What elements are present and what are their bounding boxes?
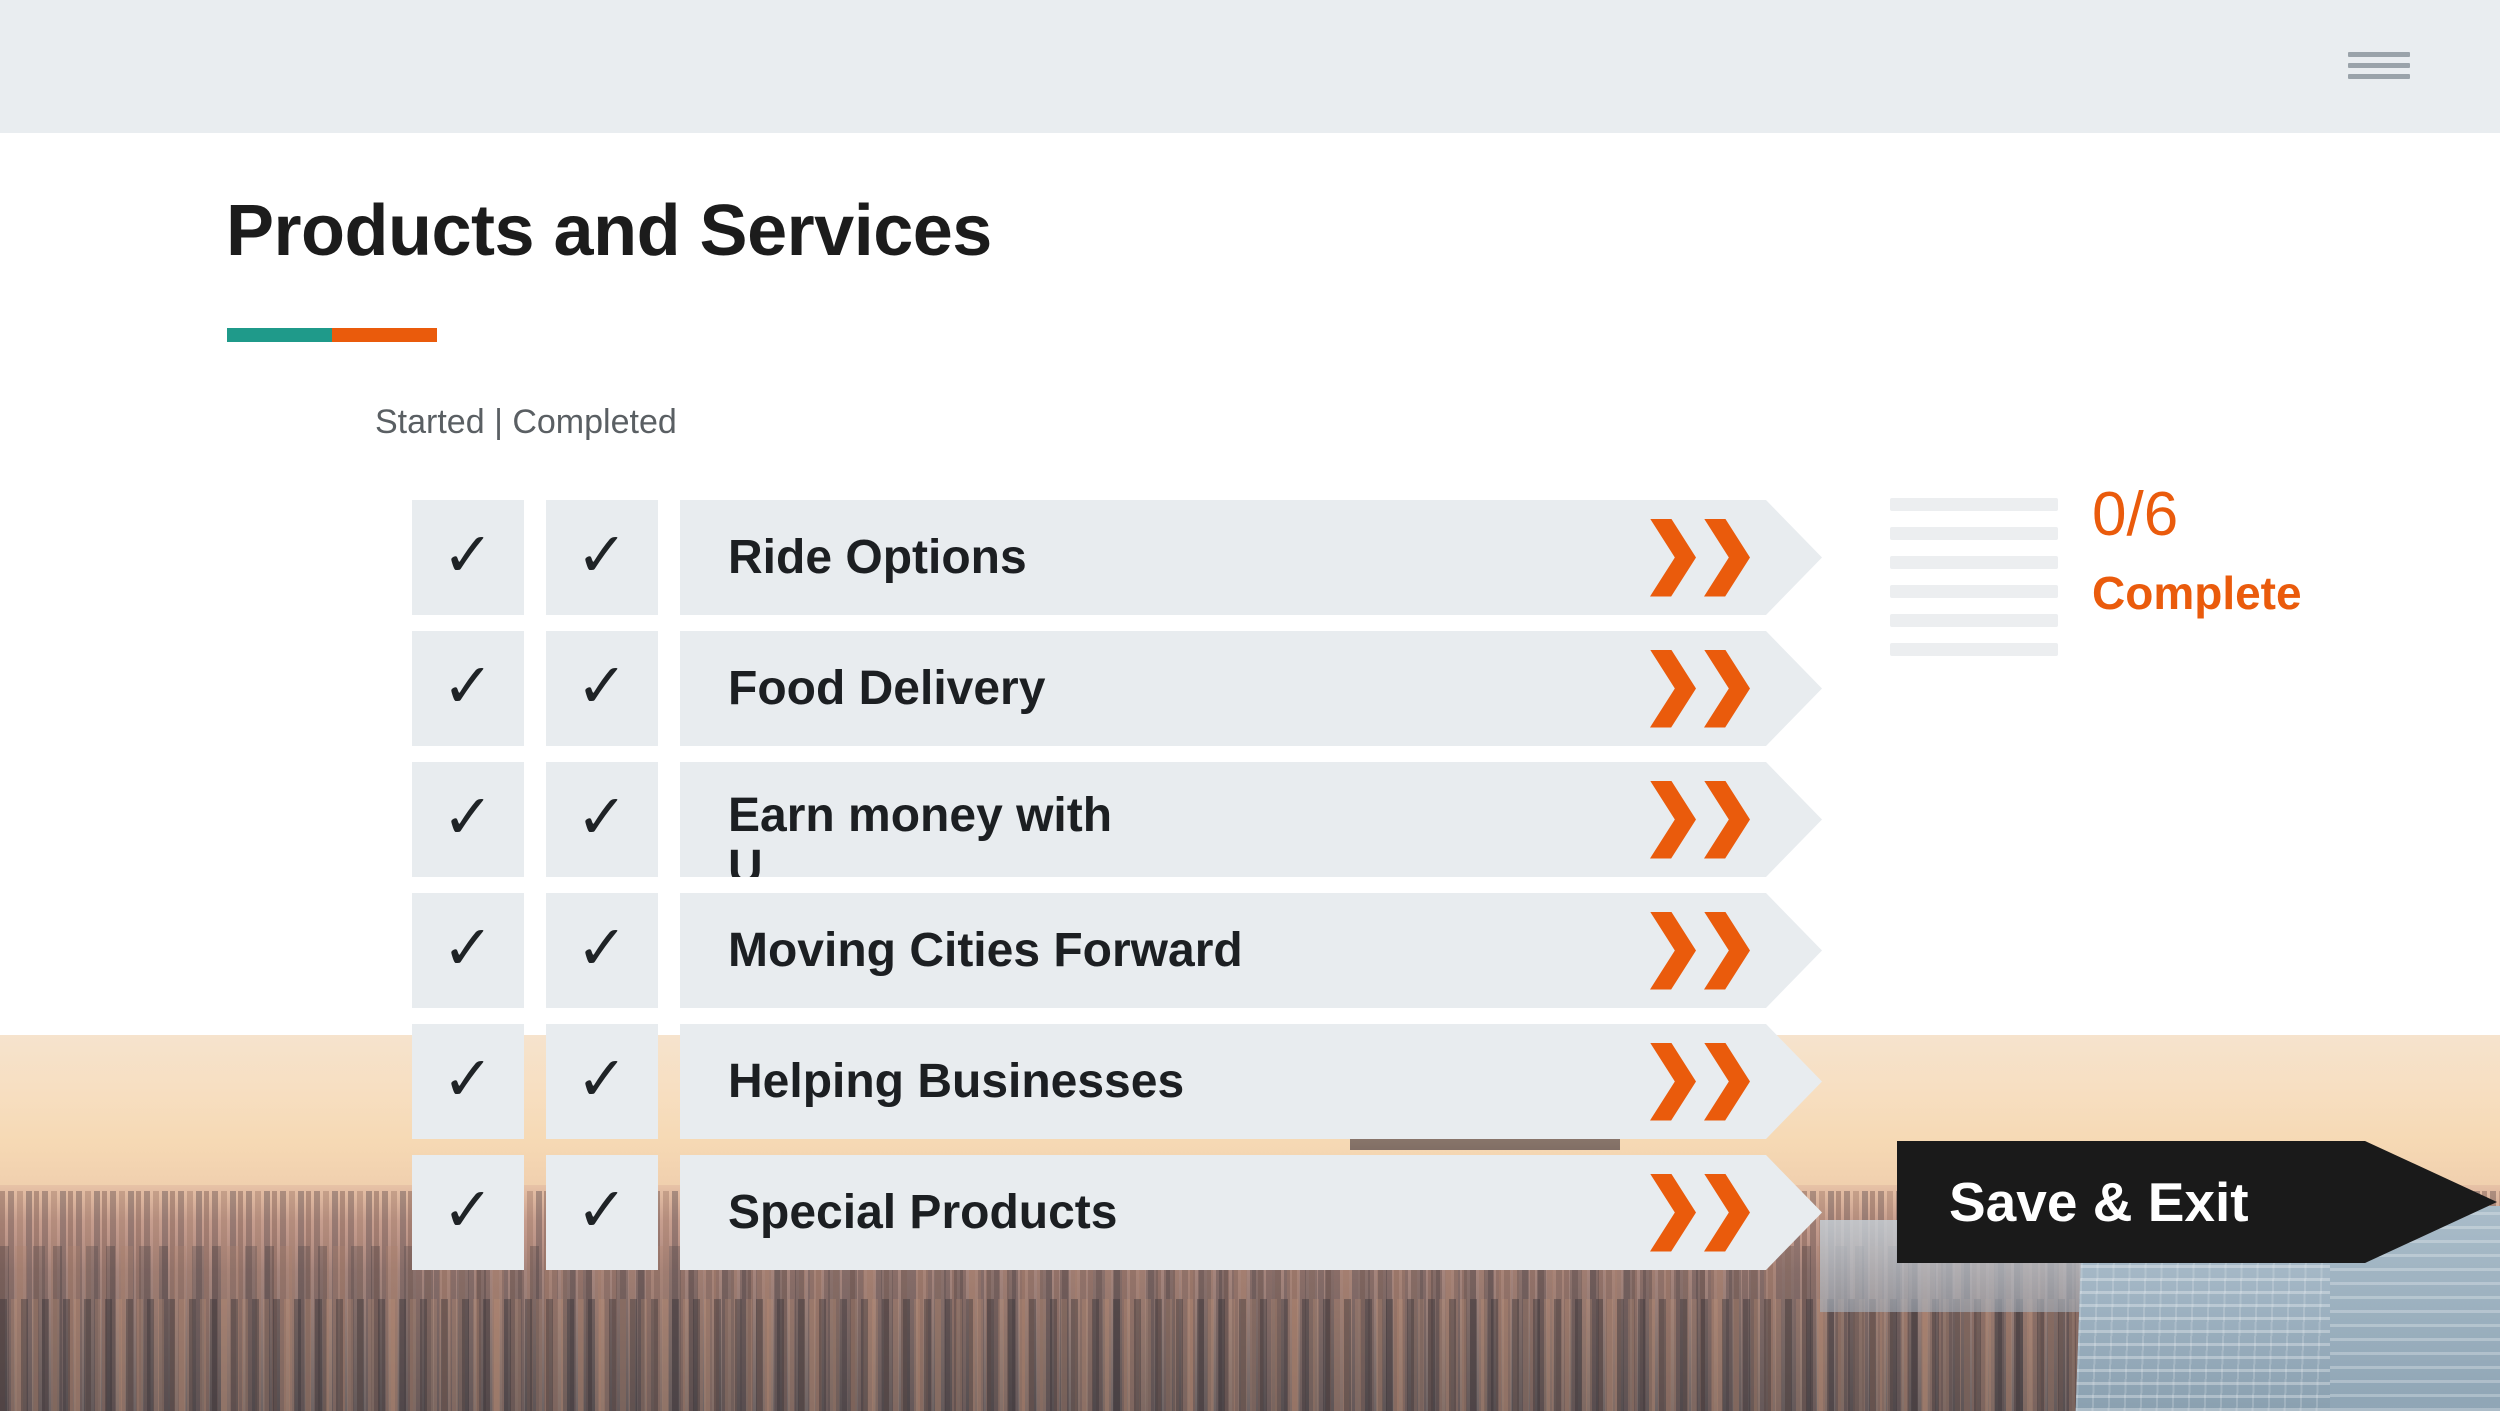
double-chevron-right-icon <box>1650 912 1750 990</box>
check-icon: ✓ <box>442 1175 494 1245</box>
progress-complete-label: Complete <box>2092 567 2302 619</box>
check-icon: ✓ <box>442 1044 494 1114</box>
top-header-bar <box>0 0 2500 133</box>
started-checkbox[interactable]: ✓ <box>412 762 524 877</box>
progress-bar-segment <box>1890 527 2058 540</box>
chevron-right-icon <box>1704 912 1750 990</box>
progress-bar-segment <box>1890 585 2058 598</box>
hamburger-bar-3 <box>2348 74 2410 79</box>
progress-bar-segment <box>1890 614 2058 627</box>
check-icon: ✓ <box>442 651 494 721</box>
progress-bar-segment <box>1890 643 2058 656</box>
checklist-row-label: Helping Businesses <box>728 1054 1185 1108</box>
checklist-row-body[interactable]: Ride Options <box>680 500 1822 615</box>
chevron-right-icon <box>1650 912 1696 990</box>
progress-bar-stack <box>1890 498 2058 672</box>
started-checkbox[interactable]: ✓ <box>412 631 524 746</box>
table-row[interactable]: ✓ ✓ Ride Options <box>412 500 1822 615</box>
checklist-row-label: Special Products <box>728 1185 1118 1239</box>
table-row[interactable]: ✓ ✓ Food Delivery <box>412 631 1822 746</box>
completed-checkbox[interactable]: ✓ <box>546 1155 658 1270</box>
chevron-right-icon <box>1650 650 1696 728</box>
save-and-exit-label: Save & Exit <box>1949 1171 2249 1233</box>
checklist-row-label: Earn money with U <box>728 788 1113 877</box>
hamburger-menu-icon[interactable] <box>2348 52 2410 82</box>
table-row[interactable]: ✓ ✓ Earn money with U <box>412 762 1822 877</box>
completed-checkbox[interactable]: ✓ <box>546 500 658 615</box>
double-chevron-right-icon <box>1650 781 1750 859</box>
table-row[interactable]: ✓ ✓ Helping Businesses <box>412 1024 1822 1139</box>
check-icon: ✓ <box>576 913 628 983</box>
check-icon: ✓ <box>576 520 628 590</box>
check-icon: ✓ <box>576 1175 628 1245</box>
double-chevron-right-icon <box>1650 1043 1750 1121</box>
chevron-right-icon <box>1650 781 1696 859</box>
checklist-row-body[interactable]: Helping Businesses <box>680 1024 1822 1139</box>
completed-checkbox[interactable]: ✓ <box>546 893 658 1008</box>
check-icon: ✓ <box>576 782 628 852</box>
double-chevron-right-icon <box>1650 519 1750 597</box>
hamburger-bar-2 <box>2348 63 2410 68</box>
checklist-row-body[interactable]: Moving Cities Forward <box>680 893 1822 1008</box>
check-icon: ✓ <box>576 651 628 721</box>
title-rule-teal-segment <box>227 328 332 342</box>
checklist-row-body[interactable]: Food Delivery <box>680 631 1822 746</box>
started-checkbox[interactable]: ✓ <box>412 1024 524 1139</box>
chevron-right-icon <box>1650 519 1696 597</box>
product-checklist: ✓ ✓ Ride Options ✓ ✓ Food Delivery ✓ ✓ Earn mone… <box>412 500 1822 1286</box>
started-checkbox[interactable]: ✓ <box>412 893 524 1008</box>
completed-checkbox[interactable]: ✓ <box>546 762 658 877</box>
double-chevron-right-icon <box>1650 650 1750 728</box>
check-icon: ✓ <box>442 520 494 590</box>
chevron-right-icon <box>1650 1174 1696 1252</box>
checklist-row-body[interactable]: Special Products <box>680 1155 1822 1270</box>
checklist-row-label: Ride Options <box>728 530 1027 584</box>
double-chevron-right-icon <box>1650 1174 1750 1252</box>
chevron-right-icon <box>1704 1043 1750 1121</box>
completed-checkbox[interactable]: ✓ <box>546 631 658 746</box>
started-checkbox[interactable]: ✓ <box>412 1155 524 1270</box>
page-title: Products and Services <box>226 191 992 271</box>
chevron-right-icon <box>1704 781 1750 859</box>
chevron-right-icon <box>1650 1043 1696 1121</box>
completed-checkbox[interactable]: ✓ <box>546 1024 658 1139</box>
check-icon: ✓ <box>442 913 494 983</box>
progress-bar-segment <box>1890 556 2058 569</box>
check-icon: ✓ <box>442 782 494 852</box>
table-row[interactable]: ✓ ✓ Moving Cities Forward <box>412 893 1822 1008</box>
check-icon: ✓ <box>576 1044 628 1114</box>
checklist-row-label: Food Delivery <box>728 661 1046 715</box>
chevron-right-icon <box>1704 519 1750 597</box>
progress-count: 0/6 <box>2092 480 2179 549</box>
title-underline-rule <box>227 328 437 342</box>
chevron-right-icon <box>1704 650 1750 728</box>
started-checkbox[interactable]: ✓ <box>412 500 524 615</box>
hamburger-bar-1 <box>2348 52 2410 57</box>
checklist-row-body[interactable]: Earn money with U <box>680 762 1822 877</box>
progress-widget: 0/6 Complete <box>1890 484 2400 668</box>
checklist-row-label: Moving Cities Forward <box>728 923 1243 977</box>
column-legend-label: Started | Completed <box>375 403 677 441</box>
chevron-right-icon <box>1704 1174 1750 1252</box>
table-row[interactable]: ✓ ✓ Special Products <box>412 1155 1822 1270</box>
title-rule-orange-segment <box>332 328 437 342</box>
progress-bar-segment <box>1890 498 2058 511</box>
